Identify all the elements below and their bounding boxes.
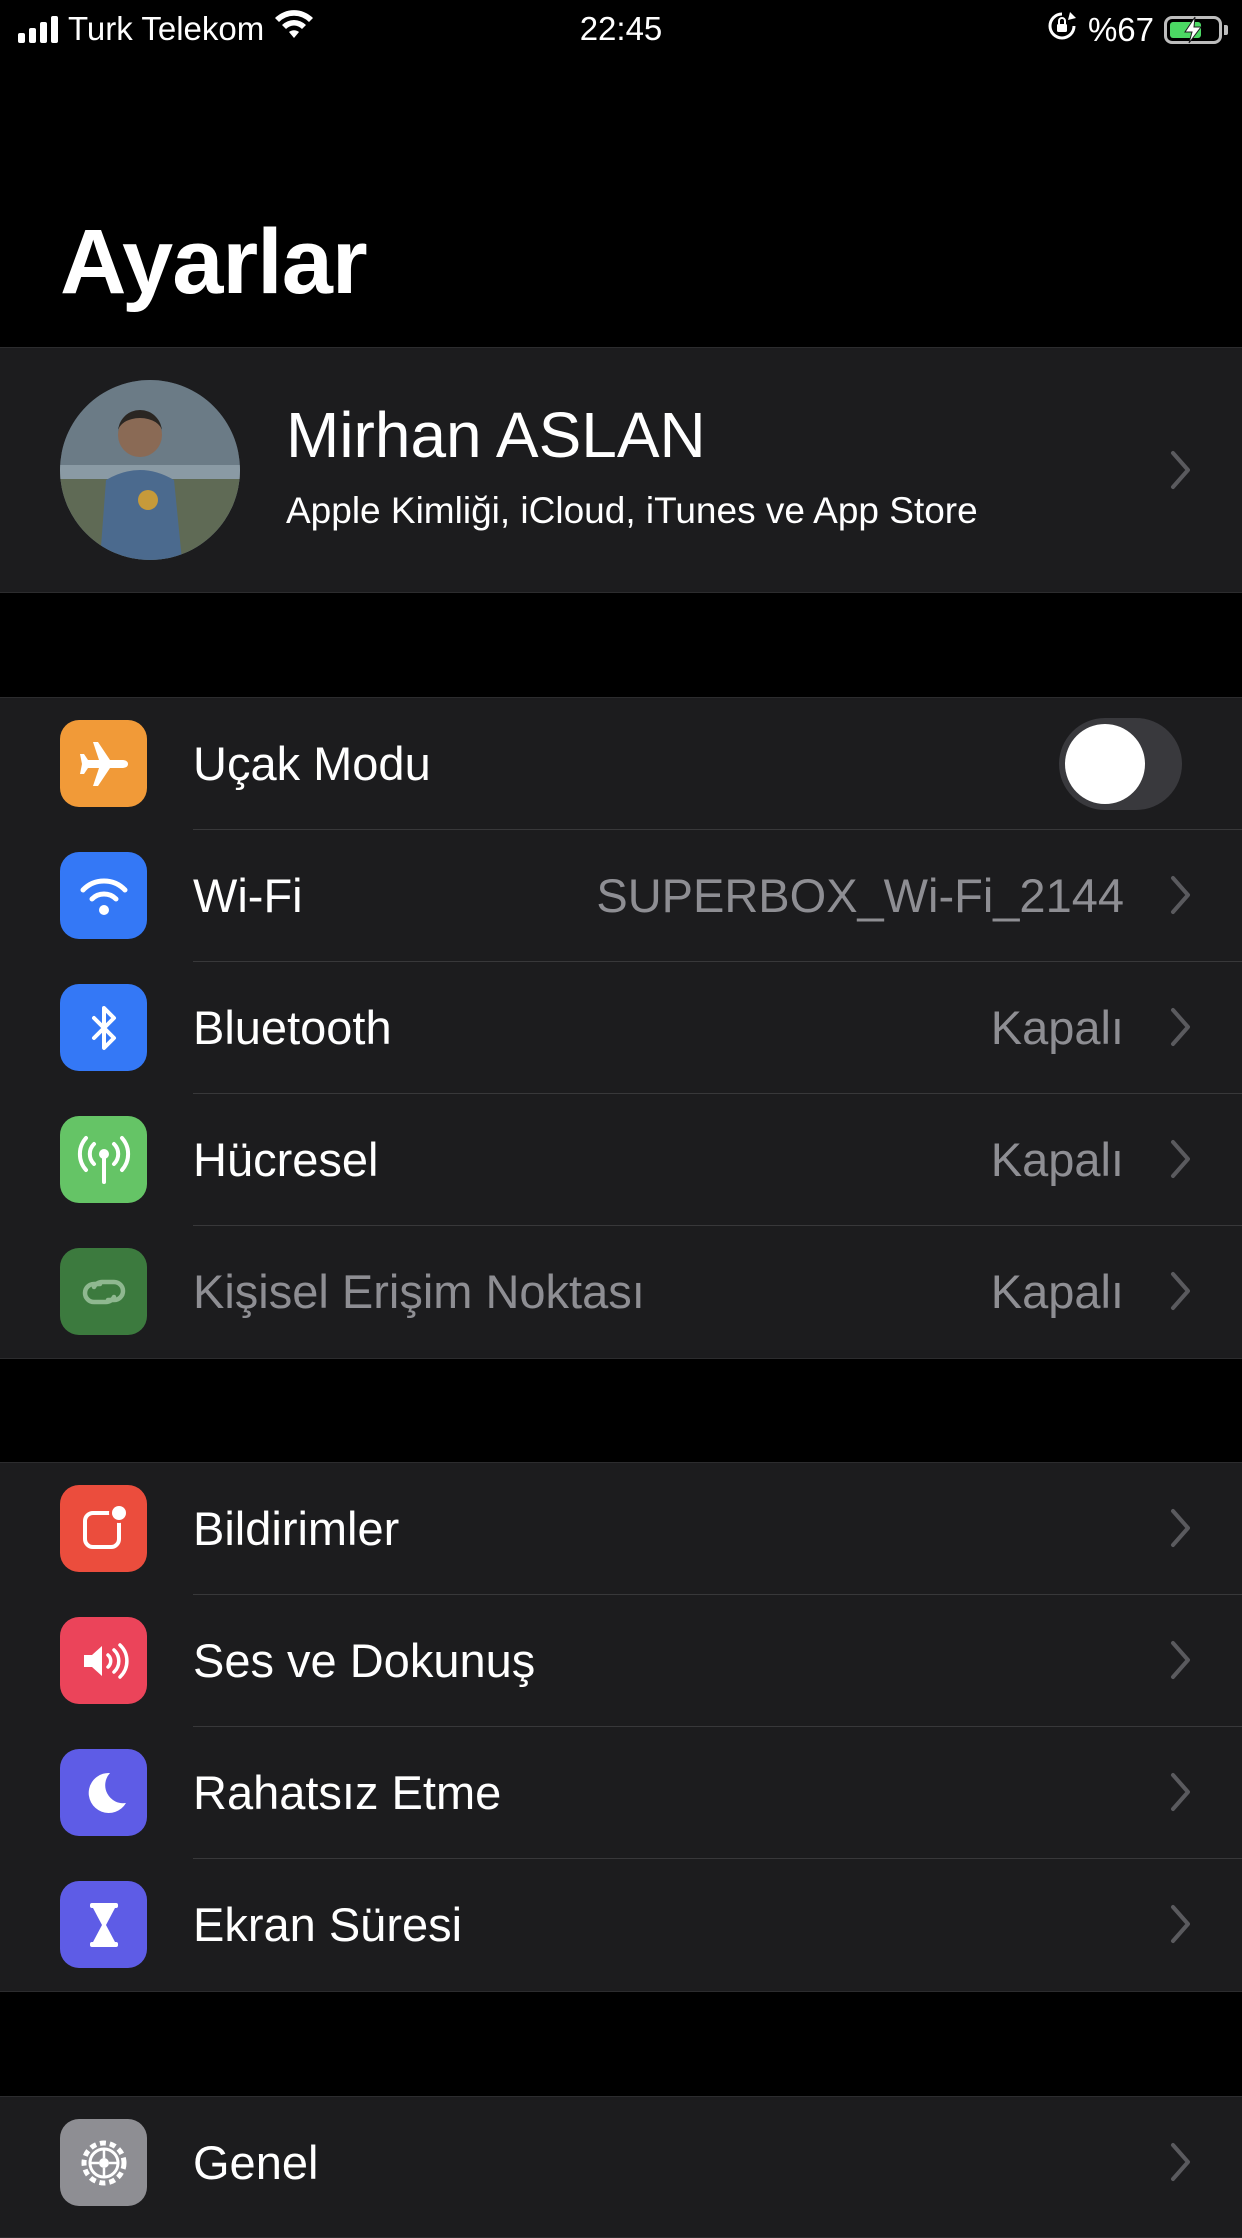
chevron-right-icon <box>1170 875 1192 915</box>
personal-hotspot-status-value: Kapalı <box>990 1265 1124 1318</box>
general-group: Genel <box>0 2096 1242 2238</box>
airplane-icon <box>60 720 147 807</box>
chevron-right-icon <box>1170 1007 1192 1047</box>
page-title: Ayarlar <box>60 211 368 313</box>
general-label: Genel <box>193 2136 319 2189</box>
bluetooth-label: Bluetooth <box>193 1001 392 1054</box>
sounds-haptics-label: Ses ve Dokunuş <box>193 1634 536 1687</box>
hotspot-link-icon <box>60 1248 147 1335</box>
gear-icon <box>60 2119 147 2206</box>
battery-percent: %67 <box>1087 11 1154 48</box>
screen-time-row[interactable]: Ekran Süresi <box>0 1859 1242 1991</box>
sounds-haptics-row[interactable]: Ses ve Dokunuş <box>0 1595 1242 1727</box>
chevron-right-icon <box>1170 1271 1192 1311</box>
airplane-mode-toggle[interactable] <box>1059 718 1182 810</box>
cellular-row[interactable]: Hücresel Kapalı <box>0 1094 1242 1226</box>
airplane-mode-label: Uçak Modu <box>193 737 431 790</box>
moon-icon <box>60 1749 147 1836</box>
speaker-icon <box>60 1617 147 1704</box>
chevron-right-icon <box>1170 1508 1192 1548</box>
wifi-network-value: SUPERBOX_Wi-Fi_2144 <box>596 869 1124 922</box>
rotation-lock-icon <box>1046 10 1078 50</box>
do-not-disturb-row[interactable]: Rahatsız Etme <box>0 1727 1242 1859</box>
chevron-right-icon <box>1170 1139 1192 1179</box>
screen-time-label: Ekran Süresi <box>193 1898 463 1951</box>
chevron-right-icon <box>1170 1640 1192 1680</box>
personal-hotspot-label: Kişisel Erişim Noktası <box>193 1265 645 1318</box>
wifi-icon <box>60 852 147 939</box>
bluetooth-status-value: Kapalı <box>990 1001 1124 1054</box>
bluetooth-row[interactable]: Bluetooth Kapalı <box>0 962 1242 1094</box>
connectivity-group: Uçak Modu Wi-Fi SUPERBOX_Wi-Fi_2144 Blue… <box>0 697 1242 1359</box>
chevron-right-icon <box>1170 450 1192 490</box>
do-not-disturb-label: Rahatsız Etme <box>193 1766 502 1819</box>
profile-name: Mirhan ASLAN <box>286 399 706 471</box>
cellular-antenna-icon <box>60 1116 147 1203</box>
battery-icon <box>1164 16 1228 44</box>
wifi-row[interactable]: Wi-Fi SUPERBOX_Wi-Fi_2144 <box>0 830 1242 962</box>
chevron-right-icon <box>1170 2142 1192 2182</box>
profile-subtitle: Apple Kimliği, iCloud, iTunes ve App Sto… <box>286 490 978 531</box>
notifications-label: Bildirimler <box>193 1502 400 1555</box>
chevron-right-icon <box>1170 1904 1192 1944</box>
apple-id-profile-row[interactable]: Mirhan ASLAN Apple Kimliği, iCloud, iTun… <box>0 347 1242 593</box>
airplane-mode-row: Uçak Modu <box>0 698 1242 830</box>
wifi-label: Wi-Fi <box>193 869 303 922</box>
notifications-icon <box>60 1485 147 1572</box>
hourglass-icon <box>60 1881 147 1968</box>
chevron-right-icon <box>1170 1772 1192 1812</box>
notifications-group: Bildirimler Ses ve Dokunuş Rahatsız Etme <box>0 1462 1242 1992</box>
personal-hotspot-row[interactable]: Kişisel Erişim Noktası Kapalı <box>0 1226 1242 1358</box>
avatar <box>60 380 240 560</box>
notifications-row[interactable]: Bildirimler <box>0 1463 1242 1595</box>
general-row[interactable]: Genel <box>0 2097 1242 2229</box>
bluetooth-icon <box>60 984 147 1071</box>
cellular-status-value: Kapalı <box>990 1133 1124 1186</box>
status-bar: Turk Telekom 22:45 %67 <box>0 0 1242 60</box>
cellular-label: Hücresel <box>193 1133 379 1186</box>
